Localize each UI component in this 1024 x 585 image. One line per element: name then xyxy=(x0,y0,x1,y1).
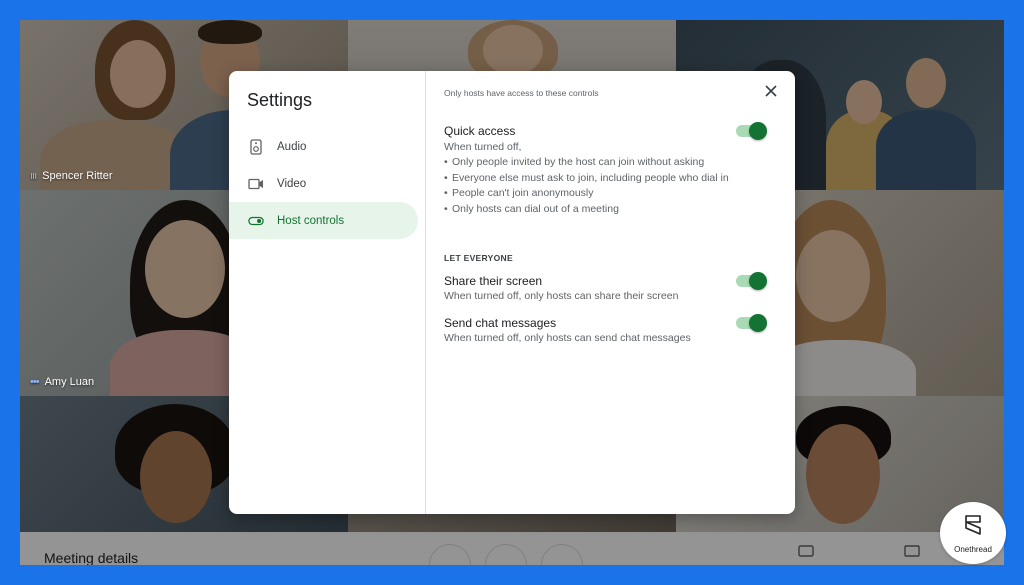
nav-item-label: Audio xyxy=(277,140,307,153)
share-screen-title: Share their screen xyxy=(444,274,543,288)
audio-indicator-icon: ııı xyxy=(30,170,37,182)
list-item: Only people invited by the host can join… xyxy=(444,155,734,171)
list-item: Everyone else must ask to join, includin… xyxy=(444,171,734,187)
host-controls-panel: Only hosts have access to these controls… xyxy=(426,71,795,514)
settings-dialog: Settings Audio Video Host controls Only … xyxy=(229,71,795,514)
nav-item-video[interactable]: Video xyxy=(229,165,418,202)
participant-name-tag: ••• Amy Luan xyxy=(30,376,94,388)
share-screen-toggle[interactable] xyxy=(736,272,767,290)
onethread-logo: Onethread xyxy=(940,502,1006,564)
nav-item-host-controls[interactable]: Host controls xyxy=(229,202,418,239)
speaker-icon xyxy=(248,138,264,155)
nav-item-audio[interactable]: Audio xyxy=(229,128,418,165)
close-icon xyxy=(765,84,777,102)
quick-access-bullets: Only people invited by the host can join… xyxy=(444,155,734,217)
list-item: People can't join anonymously xyxy=(444,186,734,202)
list-item: Only hosts can dial out of a meeting xyxy=(444,202,734,218)
section-header: LET EVERYONE xyxy=(444,253,513,263)
dialog-title: Settings xyxy=(247,90,313,110)
settings-sidebar: Settings Audio Video Host controls xyxy=(229,71,426,514)
participant-name-tag: ııı Spencer Ritter xyxy=(30,170,112,182)
chat-desc: When turned off, only hosts can send cha… xyxy=(444,332,691,344)
speaking-indicator-icon: ••• xyxy=(30,376,40,388)
chat-toggle[interactable] xyxy=(736,314,767,332)
share-screen-desc: When turned off, only hosts can share th… xyxy=(444,290,679,302)
participant-name: Amy Luan xyxy=(44,376,95,388)
chat-title: Send chat messages xyxy=(444,316,557,330)
quick-access-title: Quick access xyxy=(444,124,516,138)
hosts-only-note: Only hosts have access to these controls xyxy=(444,88,599,98)
nav-item-label: Video xyxy=(277,177,307,190)
toggle-icon xyxy=(248,213,264,229)
quick-access-toggle[interactable] xyxy=(736,122,767,140)
onethread-logo-icon xyxy=(960,512,986,543)
logo-text: Onethread xyxy=(954,545,992,554)
close-button[interactable] xyxy=(760,82,782,104)
participant-name: Spencer Ritter xyxy=(42,170,113,182)
nav-item-label: Host controls xyxy=(277,214,345,227)
quick-access-desc: When turned off, xyxy=(444,141,522,153)
video-camera-icon xyxy=(248,176,264,192)
call-controls-bar: Meeting details xyxy=(20,532,1004,565)
